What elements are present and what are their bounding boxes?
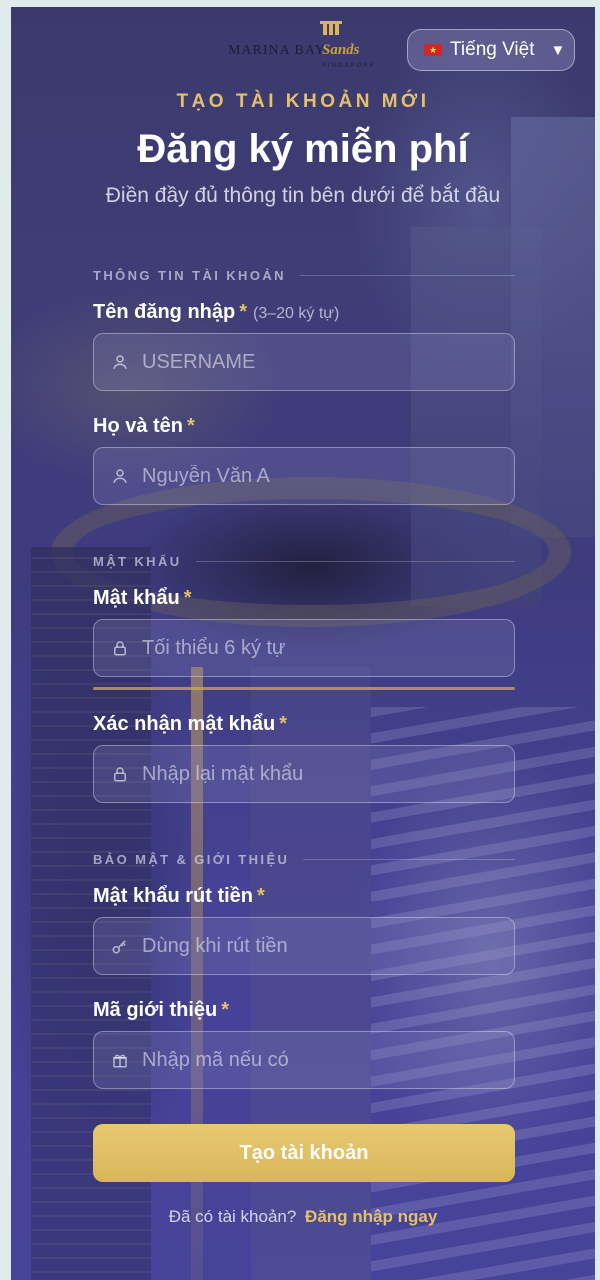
password-input[interactable] bbox=[142, 636, 514, 660]
vn-flag-icon: ★ bbox=[424, 44, 442, 56]
page-title: Đăng ký miễn phí bbox=[137, 127, 469, 171]
section-password-header: MẬT KHẨU bbox=[93, 554, 515, 569]
divider bbox=[195, 561, 515, 562]
section-label: THÔNG TIN TÀI KHOẢN bbox=[93, 268, 286, 283]
confirm-password-input[interactable] bbox=[142, 762, 514, 786]
user-icon bbox=[110, 352, 130, 372]
create-account-button[interactable]: Tạo tài khoản bbox=[93, 1124, 515, 1182]
section-label: MẬT KHẨU bbox=[93, 554, 182, 569]
required-star: * bbox=[187, 415, 195, 437]
fullname-field[interactable] bbox=[93, 447, 515, 505]
language-label: Tiếng Việt bbox=[450, 39, 535, 60]
login-prompt: Đã có tài khoản? Đăng nhập ngay bbox=[11, 1207, 595, 1227]
referral-code-label-text: Mã giới thiệu bbox=[93, 999, 218, 1021]
password-strength-bar bbox=[93, 687, 515, 690]
divider bbox=[299, 275, 515, 276]
svg-text:MARINA BAY: MARINA BAY bbox=[228, 43, 326, 58]
key-icon bbox=[110, 936, 130, 956]
section-account-header: THÔNG TIN TÀI KHOẢN bbox=[93, 268, 515, 283]
fullname-input[interactable] bbox=[142, 464, 514, 488]
language-selector[interactable]: ★ Tiếng Việt ▼ bbox=[407, 29, 575, 71]
withdraw-password-label-text: Mật khẩu rút tiền bbox=[93, 885, 254, 907]
username-field[interactable] bbox=[93, 333, 515, 391]
username-hint: (3–20 ký tự) bbox=[253, 305, 340, 322]
gift-icon bbox=[110, 1050, 130, 1070]
lock-icon bbox=[110, 638, 130, 658]
required-star: * bbox=[279, 713, 288, 735]
withdraw-password-label: Mật khẩu rút tiền * bbox=[93, 885, 265, 908]
chevron-down-icon: ▼ bbox=[550, 41, 566, 59]
logo-graphic: MARINA BAY Sands SINGAPORE bbox=[228, 21, 376, 69]
page-eyebrow: TẠO TÀI KHOẢN MỚI bbox=[176, 91, 430, 112]
section-label: BẢO MẬT & GIỚI THIỆU bbox=[93, 852, 290, 867]
required-star: * bbox=[239, 301, 248, 323]
withdraw-password-field[interactable] bbox=[93, 917, 515, 975]
referral-code-field[interactable] bbox=[93, 1031, 515, 1089]
password-field[interactable] bbox=[93, 619, 515, 677]
password-label-text: Mật khẩu bbox=[93, 587, 180, 609]
referral-code-label: Mã giới thiệu * bbox=[93, 999, 229, 1022]
referral-code-input[interactable] bbox=[142, 1048, 514, 1072]
fullname-label: Họ và tên * bbox=[93, 415, 195, 438]
login-link[interactable]: Đăng nhập ngay bbox=[305, 1207, 437, 1226]
confirm-password-label: Xác nhận mật khẩu * bbox=[93, 713, 287, 736]
marina-bay-sands-logo: MARINA BAY Sands SINGAPORE bbox=[226, 17, 386, 73]
divider bbox=[303, 859, 515, 860]
user-icon bbox=[110, 466, 130, 486]
top-bar: MARINA BAY Sands SINGAPORE ★ Tiếng Việt … bbox=[11, 7, 595, 87]
required-star: * bbox=[183, 587, 192, 609]
login-prompt-text: Đã có tài khoản? bbox=[168, 1207, 297, 1226]
fullname-label-text: Họ và tên bbox=[93, 415, 184, 437]
svg-text:SINGAPORE: SINGAPORE bbox=[322, 63, 376, 69]
required-star: * bbox=[257, 885, 265, 907]
withdraw-password-input[interactable] bbox=[142, 934, 514, 958]
page-subtitle: Điền đầy đủ thông tin bên dưới để bắt đầ… bbox=[105, 184, 501, 207]
username-label-text: Tên đăng nhập bbox=[93, 301, 236, 323]
required-star: * bbox=[221, 999, 230, 1021]
password-label: Mật khẩu * bbox=[93, 587, 191, 610]
section-security-header: BẢO MẬT & GIỚI THIỆU bbox=[93, 852, 515, 867]
page-frame: MARINA BAY Sands SINGAPORE ★ Tiếng Việt … bbox=[11, 7, 595, 1280]
confirm-password-label-text: Xác nhận mật khẩu bbox=[93, 713, 276, 735]
confirm-password-field[interactable] bbox=[93, 745, 515, 803]
lock-icon bbox=[110, 764, 130, 784]
svg-text:Sands: Sands bbox=[322, 42, 360, 58]
username-input[interactable] bbox=[142, 350, 514, 374]
username-label: Tên đăng nhập * (3–20 ký tự) bbox=[93, 301, 339, 324]
